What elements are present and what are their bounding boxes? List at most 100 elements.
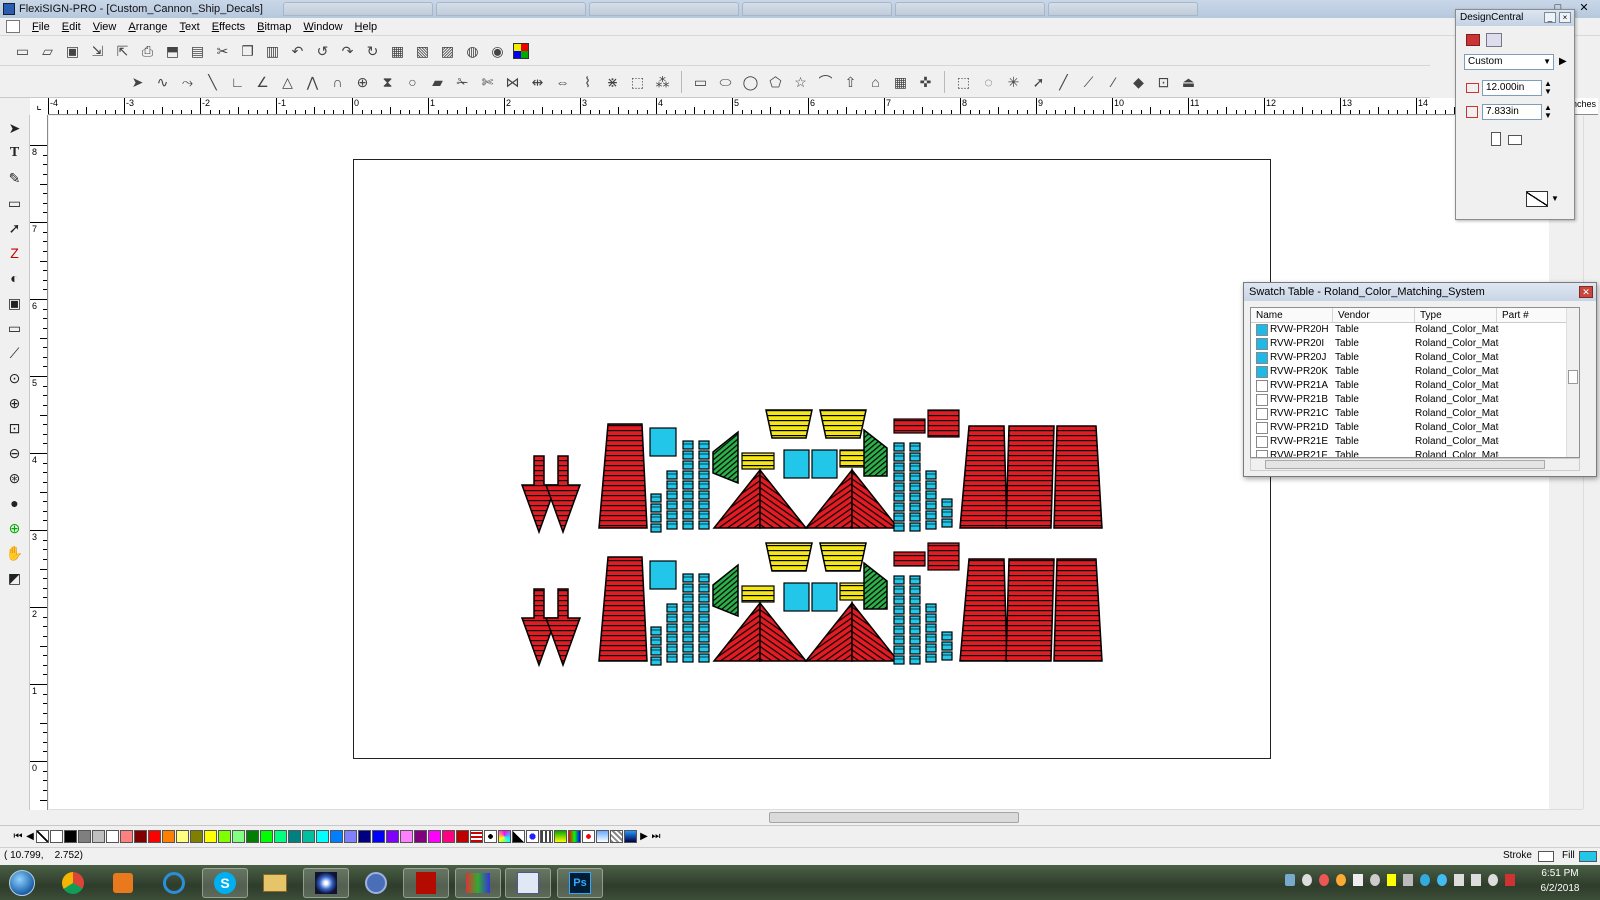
- color-swatch[interactable]: [372, 830, 385, 843]
- color-swatch[interactable]: [358, 830, 371, 843]
- swatch-row[interactable]: RVW-PR21F Table Roland_Color_Matc: [1251, 449, 1579, 457]
- cyan-cell[interactable]: [893, 615, 905, 625]
- cyan-cell[interactable]: [682, 573, 694, 583]
- network-icon[interactable]: [1454, 874, 1465, 886]
- acrobat-icon[interactable]: [403, 868, 449, 898]
- media-player-icon[interactable]: [100, 868, 146, 898]
- cyan-cell[interactable]: [893, 472, 905, 482]
- cyan-cell[interactable]: [698, 593, 710, 603]
- swatch-row[interactable]: RVW-PR21C Table Roland_Color_Matc: [1251, 407, 1579, 421]
- document-icon[interactable]: [6, 20, 20, 33]
- explorer-icon[interactable]: [252, 868, 298, 898]
- clock-time[interactable]: 6:51 PM: [1535, 868, 1585, 879]
- palette-last-icon[interactable]: ⏭: [650, 831, 662, 842]
- rotate-icon[interactable]: ⊕: [353, 72, 373, 92]
- cyan-block[interactable]: [783, 582, 810, 612]
- color-swatch[interactable]: [218, 830, 231, 843]
- red-triangle-decal[interactable]: [804, 600, 853, 662]
- color-swatch[interactable]: [190, 830, 203, 843]
- cyan-cell[interactable]: [698, 510, 710, 520]
- blend-tool-icon[interactable]: ◐: [4, 267, 26, 289]
- cyan-cell[interactable]: [909, 575, 921, 585]
- cyan-cell[interactable]: [893, 595, 905, 605]
- rectangle-icon[interactable]: ▭: [691, 72, 711, 92]
- pattern-swatch[interactable]: [582, 830, 595, 843]
- cyan-cell[interactable]: [698, 633, 710, 643]
- color-swatch[interactable]: [414, 830, 427, 843]
- cyan-cell[interactable]: [909, 635, 921, 645]
- open-icon[interactable]: ▱: [38, 41, 58, 61]
- cyan-cell[interactable]: [909, 472, 921, 482]
- block-icon[interactable]: ▰: [428, 72, 448, 92]
- tray-icon[interactable]: [1420, 874, 1431, 886]
- menu-edit[interactable]: Edit: [56, 21, 87, 33]
- yellow-top-decal[interactable]: [765, 409, 813, 439]
- pattern-swatch[interactable]: [568, 830, 581, 843]
- cyan-cell[interactable]: [682, 510, 694, 520]
- cyan-cell[interactable]: [698, 520, 710, 530]
- color-swatch[interactable]: [120, 830, 133, 843]
- cyan-cell[interactable]: [682, 613, 694, 623]
- swatch-row[interactable]: RVW-PR21A Table Roland_Color_Matc: [1251, 379, 1579, 393]
- swatch-row[interactable]: RVW-PR21E Table Roland_Color_Matc: [1251, 435, 1579, 449]
- cyan-cell[interactable]: [909, 655, 921, 665]
- arch-icon[interactable]: ∩: [328, 72, 348, 92]
- menu-window[interactable]: Window: [297, 21, 348, 33]
- cyan-cell[interactable]: [698, 440, 710, 450]
- cyan-block[interactable]: [811, 582, 838, 612]
- cyan-cell[interactable]: [925, 510, 937, 520]
- arrow-decal[interactable]: [544, 588, 582, 668]
- chevron-down-icon[interactable]: ▼: [1551, 194, 1559, 203]
- zigzag-tool-icon[interactable]: Z: [4, 242, 26, 264]
- zoom-page-icon[interactable]: ⊡: [4, 417, 26, 439]
- cyan-cell[interactable]: [893, 442, 905, 452]
- pattern-swatch[interactable]: [526, 830, 539, 843]
- fill-stroke-icon[interactable]: ◩: [4, 567, 26, 589]
- menu-effects[interactable]: Effects: [206, 21, 251, 33]
- stamp-icon[interactable]: ⏏: [1179, 72, 1199, 92]
- palette-prev-icon[interactable]: ◀: [24, 831, 36, 842]
- cyan-cell[interactable]: [682, 583, 694, 593]
- cyan-cell[interactable]: [893, 462, 905, 472]
- node-tool-icon[interactable]: ➚: [4, 217, 26, 239]
- ellipse-icon[interactable]: ⬭: [716, 72, 736, 92]
- cyan-cell[interactable]: [682, 470, 694, 480]
- measure-tool-icon[interactable]: ▭: [4, 317, 26, 339]
- cyan-cell[interactable]: [698, 450, 710, 460]
- cyan-cell[interactable]: [682, 633, 694, 643]
- cyan-cell[interactable]: [909, 442, 921, 452]
- palette-next-icon[interactable]: ▶: [638, 831, 650, 842]
- magic-wand-icon[interactable]: ✳: [1004, 72, 1024, 92]
- cyan-cell[interactable]: [941, 631, 953, 641]
- rectangle-tool-icon[interactable]: ▭: [4, 192, 26, 214]
- color-swatch[interactable]: [204, 830, 217, 843]
- cyan-cell[interactable]: [925, 643, 937, 653]
- color-swatch[interactable]: [162, 830, 175, 843]
- color-swatch[interactable]: [260, 830, 273, 843]
- color-swatch[interactable]: [456, 830, 469, 843]
- yellow-top-decal[interactable]: [765, 542, 813, 572]
- polygon-icon[interactable]: ⬠: [766, 72, 786, 92]
- cyan-cell[interactable]: [909, 522, 921, 532]
- equal-icon[interactable]: ⇔: [553, 72, 573, 92]
- designcentral-header[interactable]: DesignCentral _ ×: [1456, 10, 1574, 26]
- cyan-cell[interactable]: [909, 595, 921, 605]
- circle-icon[interactable]: ◯: [741, 72, 761, 92]
- cyan-cell[interactable]: [666, 520, 678, 530]
- pan-hand-icon[interactable]: ✋: [4, 542, 26, 564]
- start-orb-icon[interactable]: [2, 868, 42, 898]
- pattern-swatch[interactable]: [512, 830, 525, 843]
- page-height-input[interactable]: 7.833in: [1482, 104, 1542, 120]
- cyan-cell[interactable]: [893, 585, 905, 595]
- pattern-swatch[interactable]: [624, 830, 637, 843]
- zoom-selection-icon[interactable]: ⊕: [4, 517, 26, 539]
- cyan-cell[interactable]: [666, 623, 678, 633]
- landscape-icon[interactable]: [1508, 135, 1522, 145]
- cyan-cell[interactable]: [925, 633, 937, 643]
- color-swatch[interactable]: [428, 830, 441, 843]
- cyan-cell[interactable]: [650, 523, 662, 533]
- pointer-tool-icon[interactable]: ➤: [4, 117, 26, 139]
- decal-artwork[interactable]: [354, 160, 1272, 760]
- cyan-cell[interactable]: [682, 500, 694, 510]
- cyan-cell[interactable]: [925, 490, 937, 500]
